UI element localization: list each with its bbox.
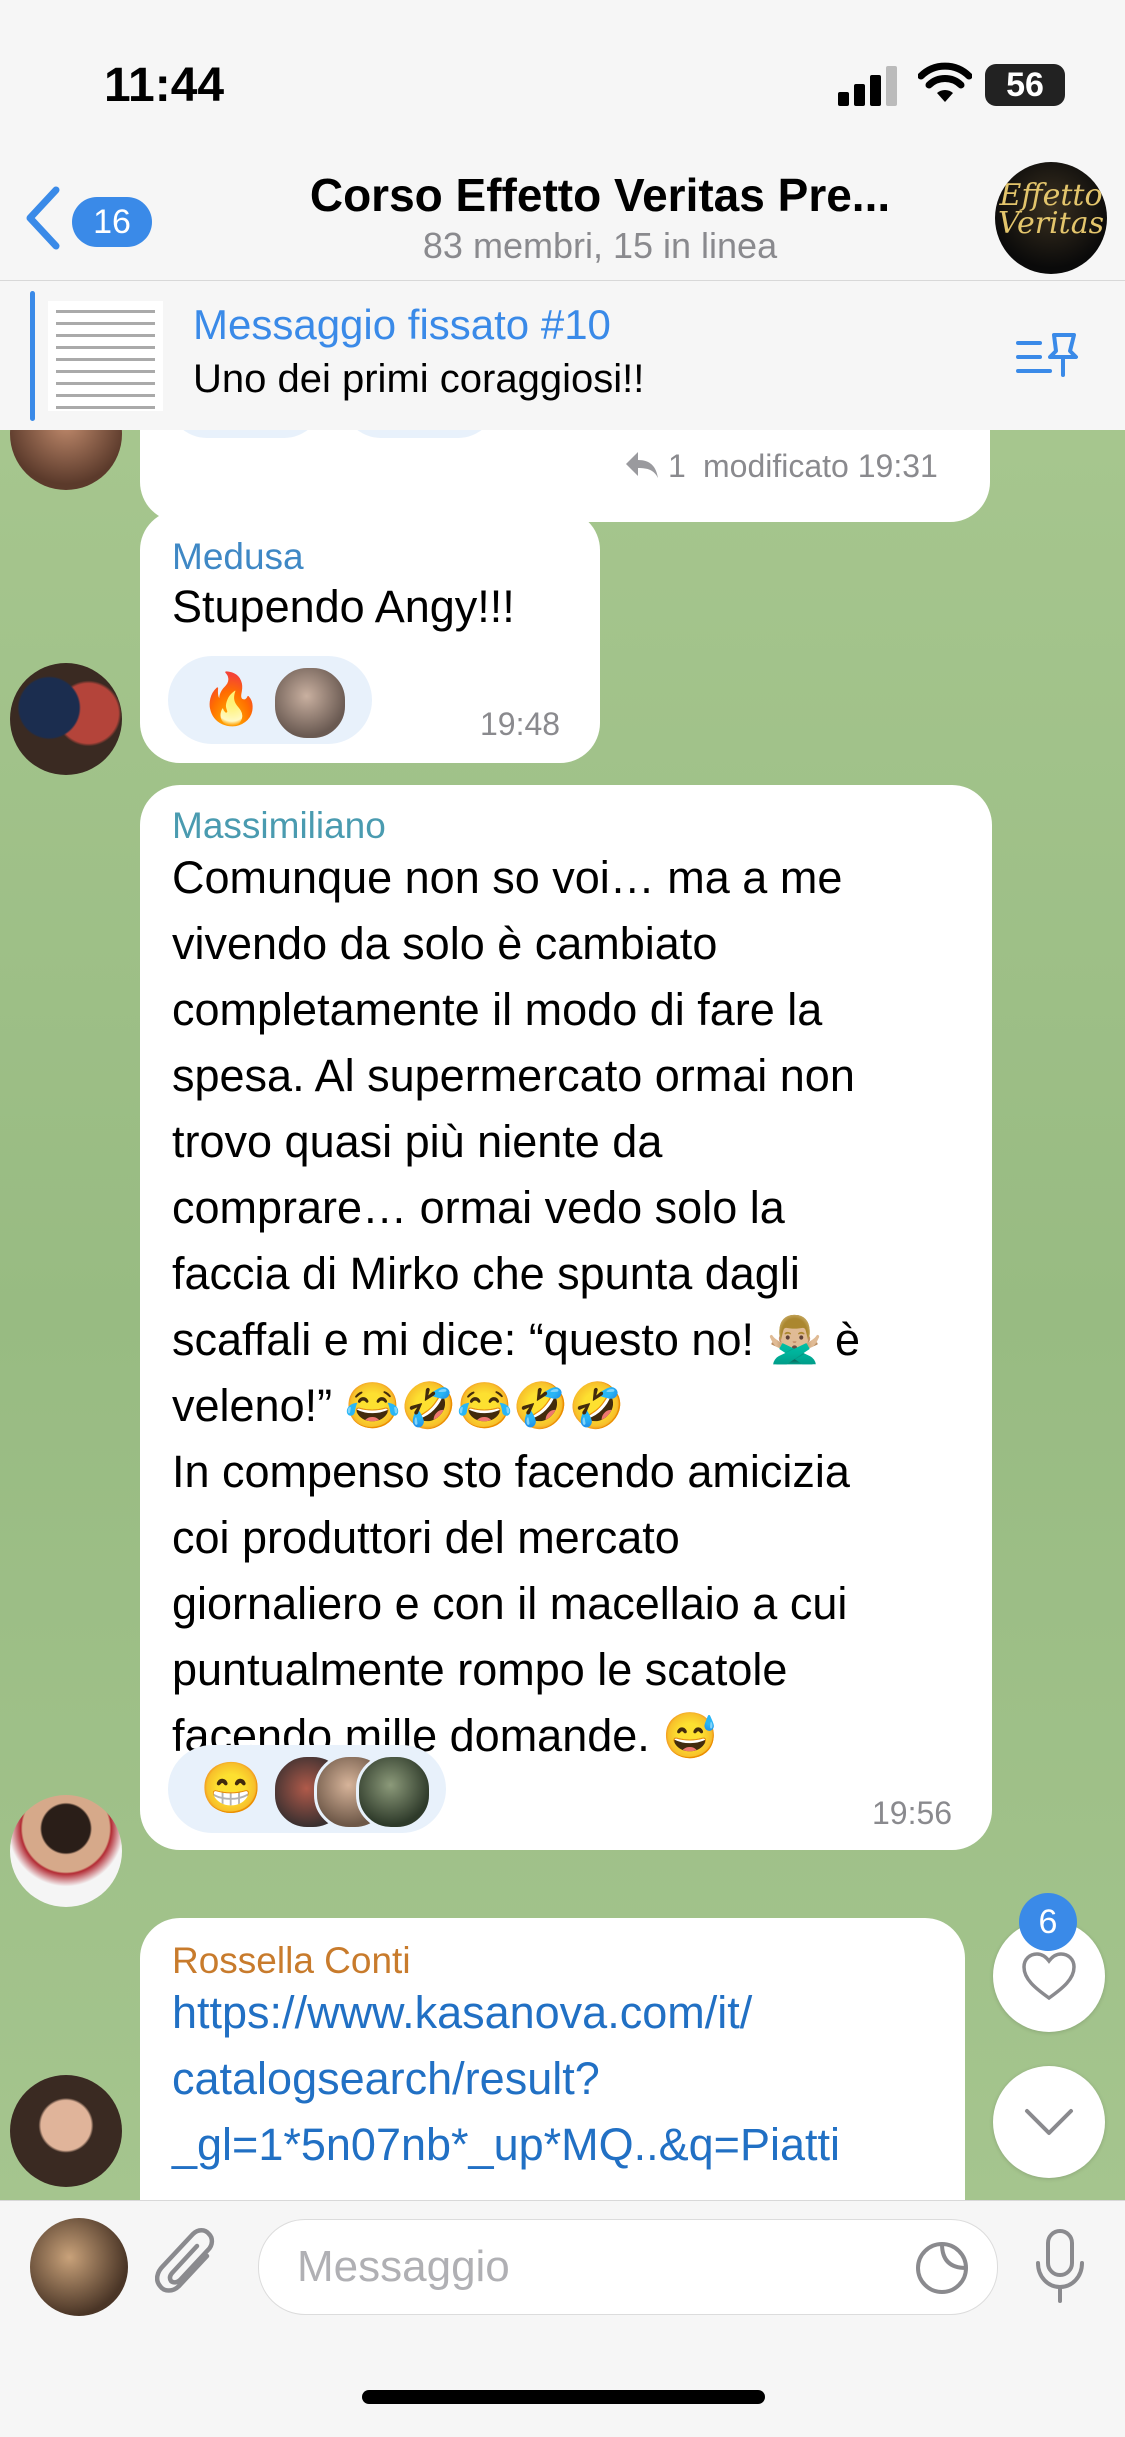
- chat-messages-area[interactable]: 👍 ❤️ 1 modificato 19:31 Medusa Stupendo …: [0, 430, 1125, 2200]
- sender-avatar[interactable]: [10, 2075, 122, 2187]
- signal-icon: [838, 66, 897, 106]
- group-logo: Effetto Veritas: [998, 178, 1104, 241]
- home-indicator[interactable]: [362, 2390, 765, 2404]
- sender-avatar[interactable]: [10, 663, 122, 775]
- status-bar: 11:44 56: [0, 0, 1125, 150]
- message-input-placeholder: Messaggio: [297, 2242, 510, 2291]
- reaction-chip[interactable]: ❤️: [342, 430, 497, 438]
- message-bubble[interactable]: 👍 ❤️ 1 modificato 19:31: [140, 430, 990, 522]
- back-button[interactable]: 16: [22, 185, 162, 250]
- battery-icon: 56: [985, 64, 1065, 106]
- sender-name[interactable]: Massimiliano: [172, 805, 386, 847]
- reactor-avatar: [356, 1754, 432, 1830]
- reactions-count-badge: 6: [1019, 1893, 1077, 1951]
- chat-title[interactable]: Corso Effetto Veritas Pre...: [270, 168, 930, 222]
- chevron-left-icon: [26, 186, 60, 250]
- pinned-list-icon[interactable]: [1016, 331, 1082, 381]
- scroll-down-button[interactable]: [993, 2066, 1105, 2178]
- reactor-avatar: [272, 665, 348, 741]
- unread-count-badge: 16: [72, 197, 152, 247]
- sticker-icon[interactable]: [914, 2240, 970, 2296]
- message-time: 19:56: [872, 1795, 953, 1831]
- status-time: 11:44: [104, 59, 225, 112]
- sender-name[interactable]: Rossella Conti: [172, 1940, 411, 1982]
- send-as-avatar[interactable]: [30, 2218, 128, 2316]
- pinned-message-bar[interactable]: Messaggio fissato #10 Uno dei primi cora…: [0, 280, 1125, 432]
- pinned-title: Messaggio fissato #10: [193, 301, 611, 348]
- fire-icon: 🔥: [200, 671, 263, 727]
- reaction-chip[interactable]: 🔥: [168, 656, 372, 744]
- message-bubble[interactable]: Rossella Conti https://www.kasanova.com/…: [140, 1918, 965, 2200]
- pinned-indicator: [30, 291, 35, 421]
- grinning-face-icon: 😁: [200, 1760, 263, 1816]
- message-input[interactable]: Messaggio: [258, 2219, 998, 2315]
- chevron-down-icon: [1025, 2109, 1073, 2135]
- message-text: Comunque non so voi… ma a me vivendo da …: [172, 852, 861, 1761]
- pinned-thumbnail: [48, 301, 163, 411]
- message-bubble[interactable]: Massimiliano Comunque non so voi… ma a m…: [140, 785, 992, 1850]
- reply-count: 1: [668, 448, 686, 484]
- sender-avatar[interactable]: [10, 1795, 122, 1907]
- heart-outline-icon: [1022, 1952, 1076, 2001]
- pinned-text: Uno dei primi coraggiosi!!: [193, 357, 645, 401]
- reaction-chip[interactable]: 😁: [168, 1745, 446, 1833]
- group-avatar[interactable]: Effetto Veritas: [995, 162, 1107, 274]
- message-text: Stupendo Angy!!!: [172, 581, 515, 632]
- message-edited-time: modificato 19:31: [703, 448, 938, 484]
- microphone-icon[interactable]: [1032, 2229, 1088, 2305]
- chat-members-status: 83 membri, 15 in linea: [422, 225, 778, 266]
- reaction-chip[interactable]: 👍: [168, 430, 323, 438]
- sender-avatar[interactable]: [10, 430, 122, 490]
- message-bubble[interactable]: Medusa Stupendo Angy!!! 🔥 19:48: [140, 510, 600, 763]
- attachment-icon[interactable]: [155, 2226, 225, 2306]
- message-time: 19:48: [480, 706, 561, 742]
- wifi-icon: [918, 62, 972, 102]
- sender-name[interactable]: Medusa: [172, 536, 304, 578]
- reply-icon: [626, 452, 658, 478]
- message-link[interactable]: https://www.kasanova.com/it/ catalogsear…: [172, 1980, 952, 2178]
- chat-header: 16 Corso Effetto Veritas Pre... 83 membr…: [0, 150, 1125, 280]
